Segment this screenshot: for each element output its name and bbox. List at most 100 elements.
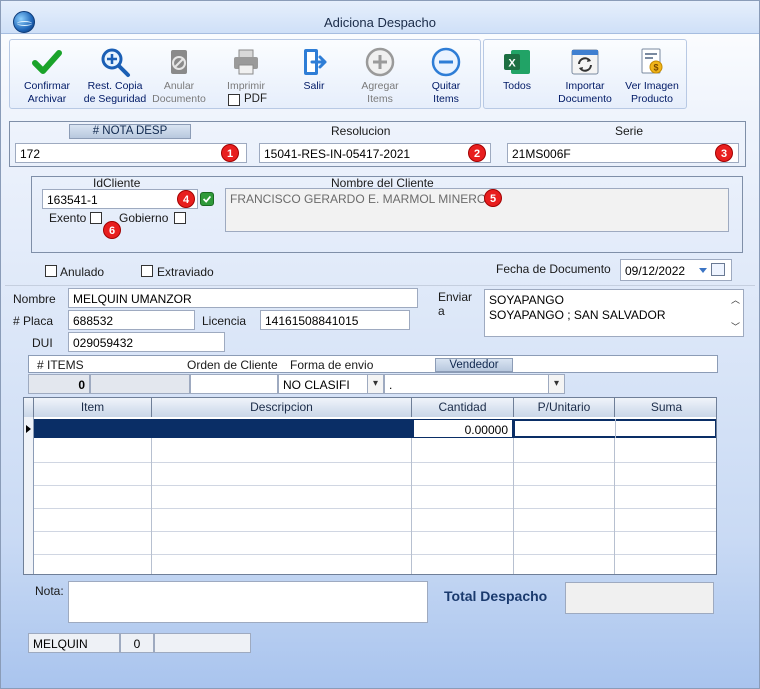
salir-label: Salir xyxy=(303,80,325,92)
dui-field[interactable]: 029059432 xyxy=(68,332,225,352)
nota-desp-field[interactable]: 172 xyxy=(15,143,247,163)
importar-documento-button[interactable]: Importar Documento xyxy=(552,40,618,110)
nombre-field[interactable]: MELQUIN UMANZOR xyxy=(68,288,418,308)
extraviado-label: Extraviado xyxy=(157,265,214,279)
placa-field[interactable]: 688532 xyxy=(68,310,195,330)
col-descripcion-header[interactable]: Descripcion xyxy=(152,398,412,417)
extraviado-checkbox[interactable] xyxy=(141,265,153,277)
nombre-label: Nombre xyxy=(13,292,56,306)
vendedor-dropdown-icon[interactable]: ▾ xyxy=(548,375,564,393)
void-document-icon xyxy=(171,50,187,74)
gobierno-checkbox[interactable] xyxy=(174,212,186,224)
toolbar-secondary: X Todos Importar Documento $ Ver Imagen … xyxy=(483,39,687,109)
total-despacho-field xyxy=(565,582,714,614)
callout-badge-5: 5 xyxy=(484,189,502,207)
cantidad-cell[interactable]: 0.00000 xyxy=(413,419,513,438)
serie-label: Serie xyxy=(615,124,644,138)
calendar-icon[interactable] xyxy=(711,263,725,276)
exit-door-icon xyxy=(304,49,327,75)
nombre-cliente-field[interactable]: FRANCISCO GERARDO E. MARMOL MINERO xyxy=(225,188,729,232)
ver-imagen-label: Ver Imagen Producto xyxy=(625,80,679,105)
window-title: Adiciona Despacho xyxy=(323,15,437,30)
agregar-items-button[interactable]: Agregar Items xyxy=(350,40,410,110)
confirmar-archivar-button[interactable]: Confirmar Archivar xyxy=(14,40,80,110)
divider xyxy=(5,285,755,286)
extra-status-field xyxy=(154,633,251,653)
callout-badge-4: 4 xyxy=(177,190,195,208)
salir-button[interactable]: Salir xyxy=(286,40,342,110)
restore-backup-button[interactable]: Rest. Copia de Seguridad xyxy=(80,40,150,110)
licencia-field[interactable]: 14161508841015 xyxy=(260,310,410,330)
validate-client-icon[interactable] xyxy=(200,192,214,206)
forma-envio-select[interactable]: NO CLASIFI ▾ xyxy=(278,374,384,394)
imprimir-label: Imprimir xyxy=(227,80,265,92)
scroll-up-icon[interactable]: ︿ xyxy=(731,293,740,308)
forma-envio-label: Forma de envio xyxy=(290,358,374,372)
toolbar-main: Confirmar Archivar Rest. Copia de Seguri… xyxy=(9,39,481,109)
anular-label: Anular Documento xyxy=(152,80,206,105)
serie-field[interactable]: 21MS006F xyxy=(507,143,739,163)
ver-imagen-producto-button[interactable]: $ Ver Imagen Producto xyxy=(620,40,684,110)
enviar-a-label: Enviar a xyxy=(438,290,473,318)
nota-field[interactable] xyxy=(68,581,428,623)
anulado-label: Anulado xyxy=(60,265,105,279)
anular-documento-button[interactable]: Anular Documento xyxy=(150,40,208,110)
resolucion-field[interactable]: 15041-RES-IN-05417-2021 xyxy=(259,143,491,163)
vendedor-select[interactable]: . ▾ xyxy=(384,374,565,394)
idcliente-field[interactable]: 163541-1 xyxy=(42,189,198,209)
fecha-documento-label: Fecha de Documento xyxy=(496,262,611,276)
invoice-icon: $ xyxy=(641,48,663,74)
import-refresh-icon xyxy=(571,49,599,75)
grid-col-line xyxy=(151,438,152,574)
count-status-field: 0 xyxy=(120,633,154,653)
orden-cliente-field[interactable] xyxy=(190,374,278,394)
col-cantidad-header[interactable]: Cantidad xyxy=(412,398,514,417)
importar-label: Importar Documento xyxy=(558,80,612,105)
scroll-down-icon[interactable]: ﹀ xyxy=(731,320,740,335)
items-count-label: # ITEMS xyxy=(37,358,84,372)
anulado-checkbox[interactable] xyxy=(45,265,57,277)
quitar-label: Quitar Items xyxy=(431,80,461,105)
orden-cliente-label: Orden de Cliente xyxy=(187,358,278,372)
enviar-a-field[interactable]: SOYAPANGO SOYAPANGO ; SAN SALVADOR ︿ ﹀ xyxy=(484,289,744,337)
items-grid[interactable]: Item Descripcion Cantidad P/Unitario Sum… xyxy=(23,397,717,575)
pdf-checkbox[interactable] xyxy=(228,94,240,106)
vendedor-label: Vendedor xyxy=(435,358,513,372)
col-suma-header[interactable]: Suma xyxy=(615,398,716,417)
gobierno-label: Gobierno xyxy=(119,211,169,225)
pdf-option[interactable]: PDF xyxy=(228,93,278,107)
forma-envio-dropdown-icon[interactable]: ▾ xyxy=(367,375,383,393)
nota-desp-label: # NOTA DESP xyxy=(69,124,191,139)
col-item-header[interactable]: Item xyxy=(34,398,152,417)
pdf-label: PDF xyxy=(244,93,267,105)
grid-col-line xyxy=(513,438,514,574)
printer-icon xyxy=(234,49,258,75)
add-circle-icon xyxy=(365,47,395,77)
licencia-label: Licencia xyxy=(202,314,247,328)
enviar-line-1: SOYAPANGO xyxy=(489,293,564,307)
svg-text:$: $ xyxy=(653,63,658,73)
grid-row-selector-column xyxy=(24,417,34,574)
total-despacho-label: Total Despacho xyxy=(444,588,548,604)
callout-badge-3: 3 xyxy=(715,144,733,162)
col-punitario-header[interactable]: P/Unitario xyxy=(514,398,615,417)
imprimir-button[interactable]: Imprimir PDF xyxy=(216,40,276,110)
zoom-plus-icon xyxy=(101,48,130,77)
exento-checkbox[interactable] xyxy=(90,212,102,224)
items-count-field: 0 xyxy=(28,374,90,394)
checkmark-icon xyxy=(32,50,62,74)
svg-text:X: X xyxy=(508,58,516,70)
title-bar: Adiciona Despacho xyxy=(1,1,759,34)
callout-badge-1: 1 xyxy=(221,144,239,162)
fecha-documento-field[interactable]: 09/12/2022 xyxy=(620,259,732,281)
idcliente-label: IdCliente xyxy=(93,176,141,190)
vendedor-value: . xyxy=(389,378,393,392)
quitar-items-button[interactable]: Quitar Items xyxy=(416,40,476,110)
date-dropdown-icon[interactable] xyxy=(699,268,707,273)
remove-circle-icon xyxy=(431,47,461,77)
exento-label: Exento xyxy=(49,211,87,225)
grid-row-header-corner xyxy=(24,398,34,417)
enviar-line-2: SOYAPANGO ; SAN SALVADOR xyxy=(489,308,666,322)
todos-button[interactable]: X Todos xyxy=(488,40,546,110)
todos-label: Todos xyxy=(502,80,532,92)
